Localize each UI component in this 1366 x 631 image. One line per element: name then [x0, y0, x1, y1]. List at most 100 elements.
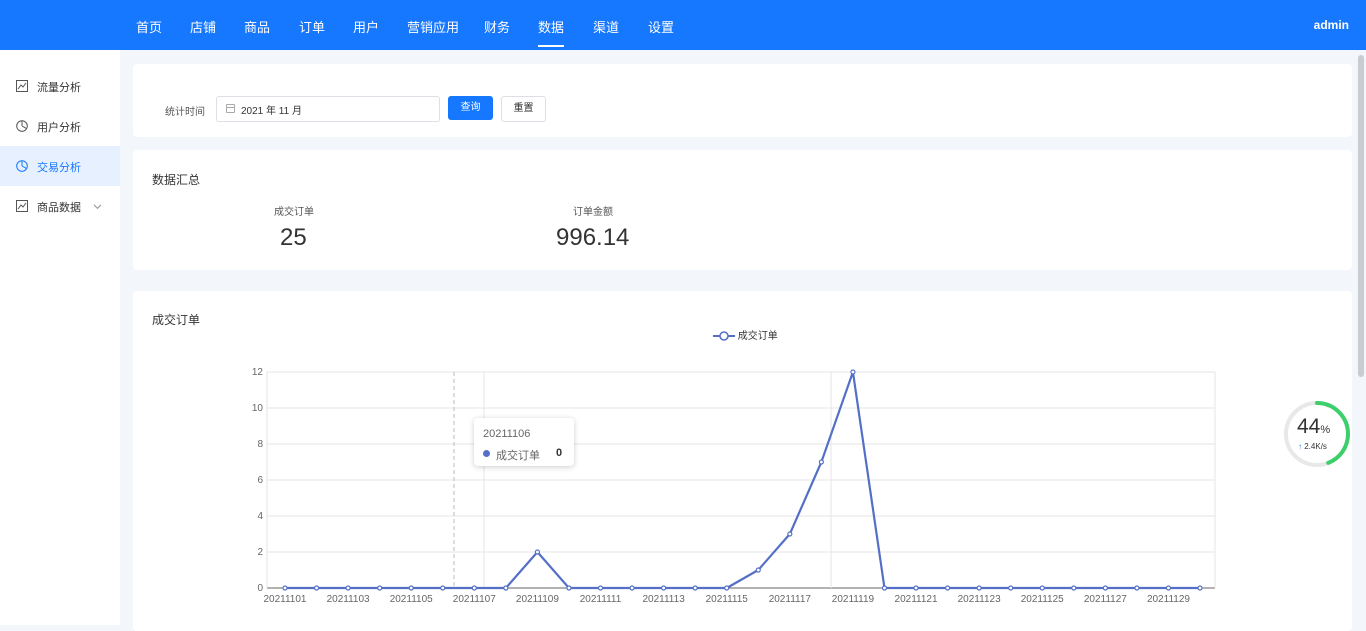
order-line-chart[interactable]: 0 2 4 6 8 10 12 20211101 20211103 20211105 2021110…: [133, 291, 1352, 625]
sidebar-item-transaction-analysis[interactable]: 交易分析: [0, 146, 120, 186]
sidebar-item-label: 用户分析: [37, 122, 81, 134]
nav-item-products[interactable]: 商品: [244, 17, 270, 36]
x-tick-label: 20211125: [1021, 594, 1064, 605]
y-tick-label: 10: [252, 403, 264, 414]
data-point: [787, 531, 793, 537]
sidebar-item-label: 商品数据: [37, 202, 81, 214]
calendar-icon: [226, 104, 235, 113]
stat-value-amount: 996.14: [556, 224, 630, 251]
chart-tooltip: 20211106 成交订单 0: [474, 418, 574, 466]
x-tick-label: 20211119: [832, 594, 875, 605]
data-point: [1102, 585, 1108, 591]
data-point: [818, 459, 824, 465]
tooltip-value: 0: [556, 447, 563, 459]
x-tick-label: 20211111: [580, 594, 622, 605]
x-tick-label: 20211101: [263, 594, 306, 605]
y-tick-label: 12: [252, 367, 264, 378]
data-point: [1039, 585, 1045, 591]
x-tick-label: 20211127: [1084, 594, 1127, 605]
sidebar-item-user-analysis[interactable]: 用户分析: [0, 106, 120, 146]
widget-speed: ↑ 2.4K/s: [1298, 442, 1327, 451]
tooltip-date: 20211106: [483, 428, 531, 440]
sidebar-item-product-data[interactable]: 商品数据: [0, 186, 120, 226]
network-speed-widget[interactable]: 44% ↑ 2.4K/s: [1283, 400, 1351, 468]
summary-card: 数据汇总 成交订单 25 订单金额 996.14: [133, 150, 1352, 270]
data-point: [503, 585, 509, 591]
data-point: [1197, 585, 1203, 591]
reset-button[interactable]: 重置: [501, 96, 546, 122]
nav-item-marketing[interactable]: 营销应用: [407, 17, 459, 36]
nav-item-home[interactable]: 首页: [136, 17, 162, 36]
top-nav-bar: 首页 店铺 商品 订单 用户 营销应用 财务 数据 渠道 设置 admin: [0, 0, 1366, 50]
x-tick-label: 20211107: [453, 594, 496, 605]
data-point: [345, 585, 351, 591]
page-scrollbar[interactable]: [1358, 55, 1364, 377]
y-tick-label: 4: [257, 511, 263, 522]
month-picker-value: 2021 年 11 月: [241, 106, 302, 117]
data-point: [1008, 585, 1014, 591]
x-tick-label: 20211109: [516, 594, 559, 605]
data-point: [976, 585, 982, 591]
y-tick-label: 2: [257, 547, 263, 558]
chart-card: 成交订单 成交订单 0 2 4 6 8 10 12 20211101 20211103 20211…: [133, 291, 1352, 631]
stat-value-orders: 25: [280, 224, 307, 251]
x-tick-label: 20211117: [769, 594, 812, 605]
data-point: [1134, 585, 1140, 591]
y-tick-label: 0: [257, 583, 263, 594]
sidebar-item-traffic-analysis[interactable]: 流量分析: [0, 66, 120, 106]
data-point: [313, 585, 320, 591]
data-point: [440, 585, 446, 591]
data-point: [597, 585, 604, 591]
nav-item-orders[interactable]: 订单: [299, 17, 325, 36]
data-point: [755, 567, 761, 573]
data-point: [850, 369, 856, 375]
data-point: [408, 585, 414, 591]
sidebar-item-label: 交易分析: [37, 162, 81, 174]
nav-item-finance[interactable]: 财务: [484, 17, 510, 36]
x-tick-label: 20211121: [895, 594, 938, 605]
data-point: [282, 585, 288, 591]
data-point: [913, 585, 919, 591]
nav-item-data[interactable]: 数据: [538, 17, 565, 47]
tooltip-series-name: 成交订单: [496, 450, 540, 462]
pie-chart-icon: [16, 160, 28, 172]
data-point: [881, 585, 888, 591]
data-point: [1071, 585, 1077, 591]
nav-item-settings[interactable]: 设置: [648, 17, 674, 36]
sidebar: 流量分析 用户分析 交易分析 商品数据: [0, 50, 120, 625]
widget-percent: 44%: [1297, 415, 1331, 438]
query-button[interactable]: 查询: [448, 96, 493, 120]
upload-arrow-icon: ↑: [1298, 442, 1302, 451]
y-tick-label: 6: [257, 475, 263, 486]
x-tick-label: 20211129: [1147, 594, 1190, 605]
filter-time-label: 统计时间: [165, 107, 205, 118]
summary-title: 数据汇总: [152, 173, 201, 187]
data-point: [692, 585, 698, 591]
y-tick-label: 8: [257, 439, 263, 450]
x-tick-label: 20211113: [642, 594, 685, 605]
nav-item-channels[interactable]: 渠道: [593, 17, 619, 36]
month-picker[interactable]: 2021 年 11 月: [216, 96, 440, 122]
x-tick-label: 20211103: [327, 594, 370, 605]
user-menu[interactable]: admin: [1314, 18, 1349, 32]
pie-chart-icon: [16, 120, 28, 132]
data-point: [471, 585, 477, 591]
x-tick-label: 20211105: [390, 594, 433, 605]
nav-item-store[interactable]: 店铺: [190, 17, 216, 36]
data-point: [534, 549, 541, 555]
sidebar-item-label: 流量分析: [37, 82, 81, 94]
data-point: [629, 585, 635, 591]
filter-card: 统计时间 2021 年 11 月 查询 重置: [133, 64, 1352, 137]
data-point: [944, 585, 951, 591]
nav-item-users[interactable]: 用户: [353, 17, 379, 36]
data-point: [566, 585, 572, 591]
x-tick-label: 20211115: [706, 594, 749, 605]
chevron-down-icon[interactable]: [93, 202, 102, 211]
line-chart-icon: [16, 200, 28, 212]
line-chart-icon: [16, 80, 28, 92]
tooltip-series-dot: [483, 450, 490, 457]
stat-label-amount: 订单金额: [573, 207, 613, 218]
data-point: [1165, 585, 1172, 591]
data-point: [661, 585, 667, 591]
data-point: [724, 585, 730, 591]
